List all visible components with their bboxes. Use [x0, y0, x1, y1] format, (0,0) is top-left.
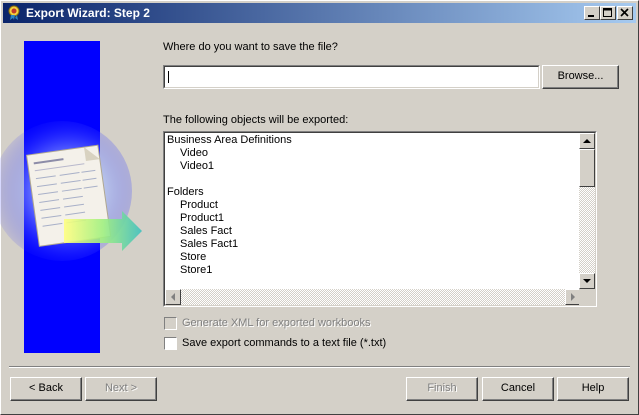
list-item[interactable]: Sales Fact [166, 225, 576, 238]
arrow-left-icon [171, 293, 175, 301]
list-item[interactable]: Store1 [166, 264, 576, 277]
objects-list-label: The following objects will be exported: [163, 114, 349, 126]
wizard-ribbon-icon [8, 5, 20, 20]
arrow-down-icon [583, 279, 591, 283]
cancel-button[interactable]: Cancel [482, 377, 554, 401]
vertical-scrollbar[interactable] [579, 133, 595, 289]
horizontal-scrollbar[interactable] [165, 289, 581, 305]
scroll-down-button[interactable] [579, 273, 595, 289]
list-item[interactable]: Product [166, 199, 576, 212]
scroll-left-button[interactable] [165, 289, 181, 305]
text-caret [168, 71, 169, 83]
title-bar[interactable]: Export Wizard: Step 2 [3, 3, 636, 23]
generate-xml-checkbox[interactable] [164, 317, 177, 330]
arrow-right-icon [571, 293, 575, 301]
maximize-icon [603, 8, 612, 17]
scrollbar-corner [579, 289, 595, 305]
list-item[interactable]: Store [166, 251, 576, 264]
list-content: Business Area Definitions Video Video1 F… [166, 134, 576, 289]
maximize-button[interactable] [600, 6, 616, 20]
list-item[interactable]: Sales Fact1 [166, 238, 576, 251]
list-item [166, 173, 576, 186]
list-item[interactable]: Video [166, 147, 576, 160]
save-commands-label: Save export commands to a text file (*.t… [182, 337, 387, 349]
file-path-field[interactable] [163, 65, 540, 89]
scroll-up-button[interactable] [579, 133, 595, 149]
help-button[interactable]: Help [557, 377, 629, 401]
document-export-icon [0, 121, 142, 261]
browse-button[interactable]: Browse... [542, 65, 619, 89]
save-location-prompt: Where do you want to save the file? [163, 41, 338, 53]
export-wizard-window: Export Wizard: Step 2 Where do you want … [0, 0, 639, 415]
minimize-icon [588, 15, 594, 17]
close-button[interactable] [617, 6, 633, 20]
finish-button[interactable]: Finish [406, 377, 478, 401]
arrow-up-icon [583, 139, 591, 143]
save-commands-checkbox[interactable] [164, 337, 177, 350]
list-item[interactable]: Business Area Definitions [166, 134, 576, 147]
generate-xml-label: Generate XML for exported workbooks [182, 317, 371, 329]
file-path-input[interactable] [166, 68, 534, 85]
exported-objects-list[interactable]: Business Area Definitions Video Video1 F… [163, 131, 597, 307]
list-item[interactable]: Video1 [166, 160, 576, 173]
wizard-side-graphic [0, 41, 142, 353]
list-item[interactable]: Folders [166, 186, 576, 199]
minimize-button[interactable] [584, 6, 600, 20]
list-item[interactable]: Product1 [166, 212, 576, 225]
window-title: Export Wizard: Step 2 [26, 6, 150, 20]
button-separator [9, 366, 630, 368]
close-icon [620, 8, 629, 17]
back-button[interactable]: < Back [10, 377, 82, 401]
next-button[interactable]: Next > [85, 377, 157, 401]
vertical-scroll-thumb[interactable] [579, 149, 595, 187]
